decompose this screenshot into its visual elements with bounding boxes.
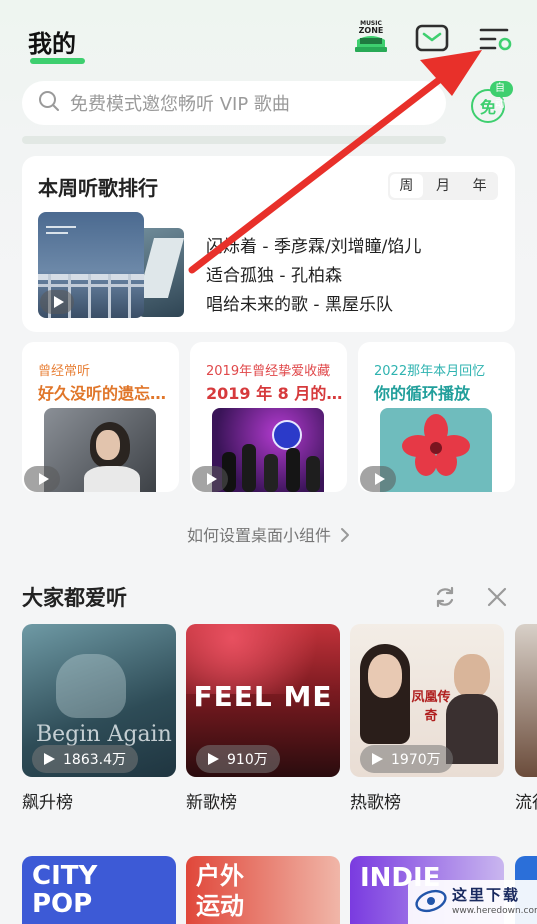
my-page: 我的 MUSIC ZONE 免费模式邀您畅听 VIP 歌曲 免 自动 本周听歌排… [0, 0, 537, 924]
annotation-arrow [188, 50, 482, 274]
